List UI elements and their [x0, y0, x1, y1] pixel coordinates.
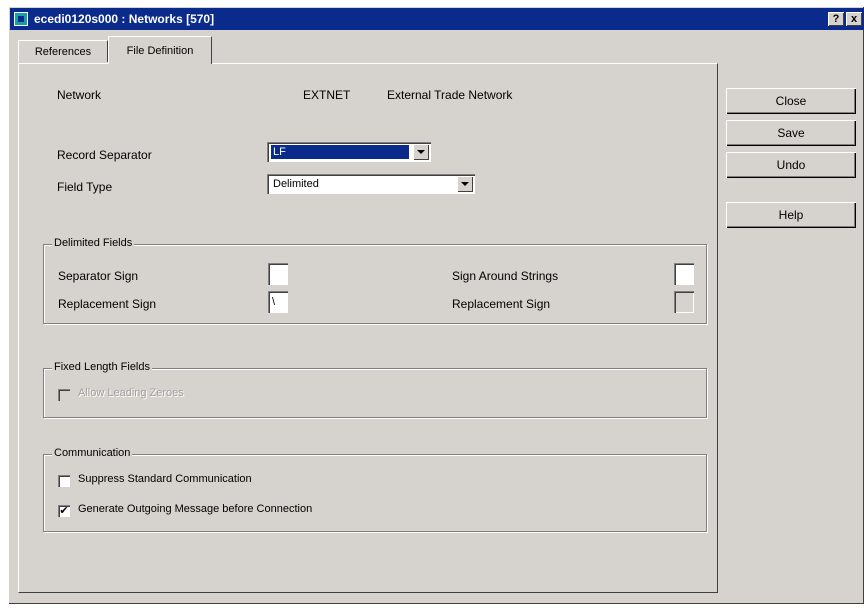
help-button[interactable]: Help [726, 202, 856, 228]
replacement-sign-field-2[interactable] [674, 291, 694, 313]
sign-around-strings-label: Sign Around Strings [452, 269, 559, 283]
allow-leading-zeroes-checkbox[interactable] [58, 389, 70, 401]
close-button[interactable]: Close [726, 88, 856, 114]
dropdown-arrow-icon[interactable] [413, 144, 429, 160]
replacement-sign-label-2: Replacement Sign [452, 297, 551, 311]
file-definition-panel: Network EXTNET External Trade Network Re… [18, 63, 718, 593]
sign-around-strings-field[interactable] [674, 263, 694, 285]
close-title-button[interactable]: x [846, 12, 862, 26]
suppress-standard-label: Suppress Standard Communication [78, 473, 252, 485]
network-label: Network [57, 88, 102, 102]
tab-file-definition[interactable]: File Definition [108, 36, 212, 64]
separator-sign-field[interactable] [268, 263, 288, 285]
delimited-fields-title: Delimited Fields [52, 237, 135, 249]
dropdown-arrow-icon[interactable] [457, 176, 473, 192]
window-title: ecedi0120s000 : Networks [570] [34, 12, 215, 26]
generate-outgoing-checkbox[interactable]: ✔ [58, 505, 70, 517]
replacement-sign-label: Replacement Sign [58, 297, 157, 311]
network-code: EXTNET [303, 88, 351, 102]
help-title-button[interactable]: ? [828, 12, 844, 26]
generate-outgoing-label: Generate Outgoing Message before Connect… [78, 503, 313, 515]
undo-button[interactable]: Undo [726, 152, 856, 178]
tab-references[interactable]: References [18, 40, 108, 62]
field-type-label: Field Type [57, 180, 113, 194]
replacement-sign-field[interactable]: \ [268, 291, 288, 313]
communication-title: Communication [52, 447, 133, 459]
suppress-standard-checkbox[interactable] [58, 475, 70, 487]
network-description: External Trade Network [387, 88, 513, 102]
record-separator-label: Record Separator [57, 148, 152, 162]
fixed-length-fields-group: Fixed Length Fields Allow Leading Zeroes [43, 361, 707, 418]
separator-sign-label: Separator Sign [58, 269, 139, 283]
save-button[interactable]: Save [726, 120, 856, 146]
delimited-fields-group: Delimited Fields Separator Sign Replacem… [43, 237, 707, 324]
app-icon [14, 12, 28, 26]
field-type-select[interactable]: Delimited [267, 174, 475, 194]
title-bar: ecedi0120s000 : Networks [570] ? x [10, 8, 864, 30]
communication-group: Communication Suppress Standard Communic… [43, 447, 707, 532]
allow-leading-zeroes-label: Allow Leading Zeroes [78, 387, 184, 399]
field-type-value: Delimited [273, 178, 319, 190]
record-separator-select[interactable]: LF [267, 142, 431, 162]
fixed-length-fields-title: Fixed Length Fields [52, 361, 152, 373]
networks-window: ecedi0120s000 : Networks [570] ? x Refer… [8, 6, 864, 604]
record-separator-value: LF [271, 145, 409, 159]
